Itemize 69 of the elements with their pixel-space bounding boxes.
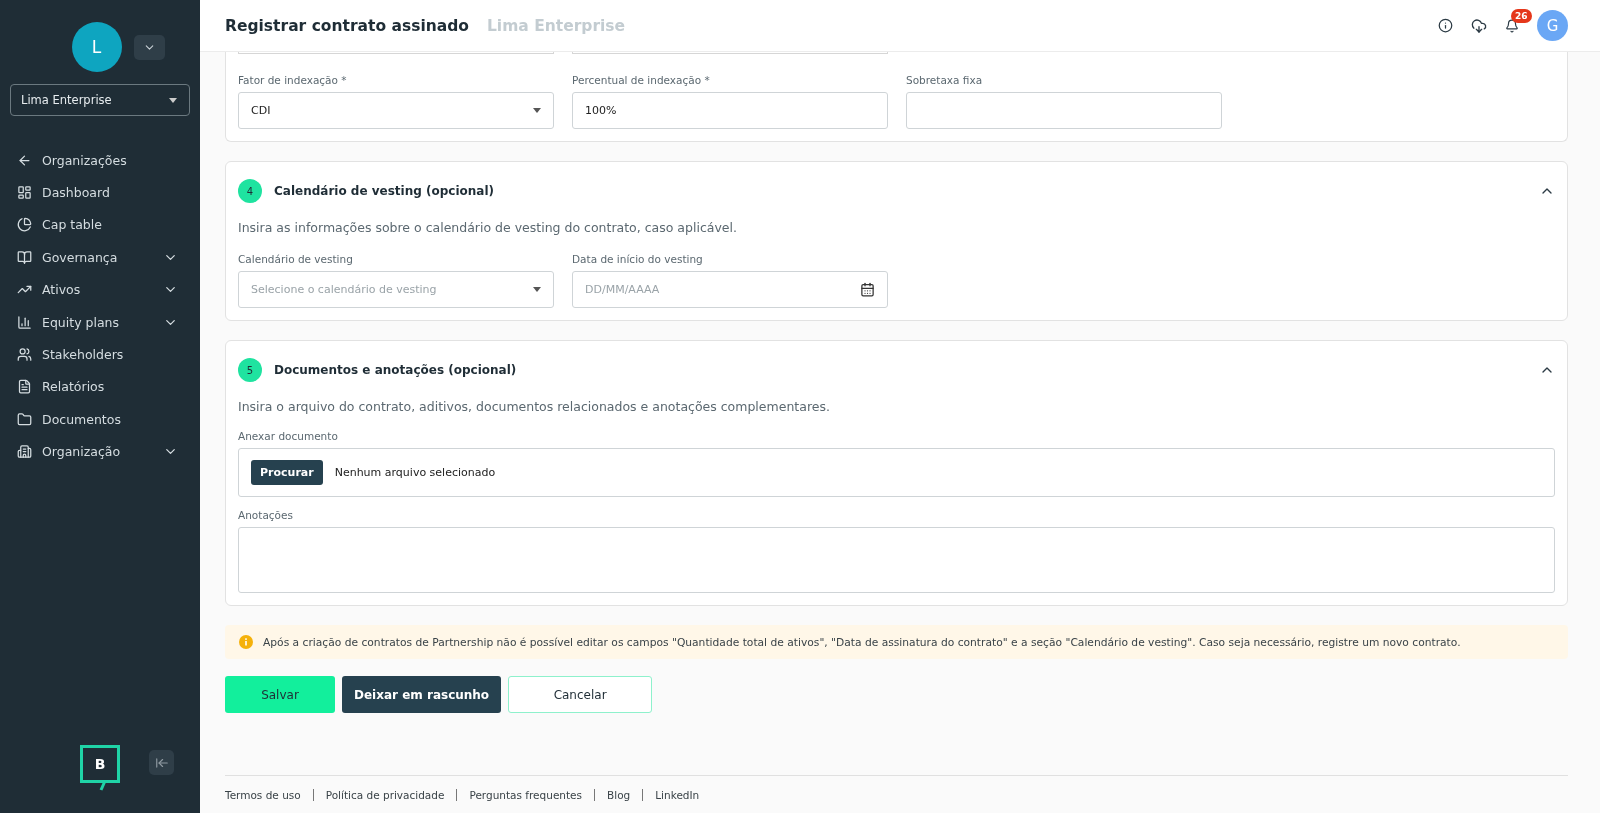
field-label: Calendário de vesting [238,253,354,265]
info-icon [239,635,253,649]
section-title: Documentos e anotações (opcional) [274,363,518,377]
field-value: 100% [585,104,618,117]
section-description: Insira as informações sobre o calendário de vesting do contrato, caso aplicável. [238,220,738,235]
organization-select[interactable]: Lima Enterprise [10,84,190,116]
notifications-button[interactable] [1505,18,1519,33]
footer-link[interactable]: Blog [594,788,643,801]
dropdown-caret-icon [533,108,541,113]
nav-item[interactable]: Organizações [10,144,190,177]
save-button[interactable]: Salvar [225,676,335,713]
warning-text: Após a criação de contratos de Partnership não é possível editar os campos "Quantidade total de ativos", "Data de assinatura do contrato" e a seção "Calendário de vesting". Caso seja necessário, registre um novo contrato. [263,635,1461,649]
document-icon [17,379,32,395]
input-field[interactable] [906,92,1222,129]
field-label: Fator de indexação * [238,74,348,86]
building-icon [17,444,32,460]
field-value: CDI [251,104,272,117]
info-button[interactable] [1438,18,1453,33]
file-field[interactable]: Procurar Nenhum arquivo selecionado [238,448,1555,497]
footer-link[interactable]: Política de privacidade [312,788,457,801]
cancel-button[interactable]: Cancelar [508,676,653,713]
nav-item[interactable]: Dashboard [10,176,190,209]
calendar-icon[interactable] [860,282,875,297]
draft-button[interactable]: Deixar em rascunho [342,676,502,713]
footer-link[interactable]: Termos de uso [225,788,313,801]
field-label: Sobretaxa fixa [906,74,984,86]
step-number: 5 [238,358,262,382]
select-field[interactable]: CDI [238,92,554,129]
field-label: Anexar documento [238,430,339,442]
nav-item[interactable]: Documentos [10,403,190,436]
field-placeholder: DD/MM/AAAA [585,283,661,296]
collapse-sidebar-button[interactable] [149,750,174,775]
dropdown-caret-icon [533,287,541,292]
field-label: Anotações [238,509,294,521]
field-value: Nenhum arquivo selecionado [334,466,497,479]
browse-button[interactable]: Procurar [251,460,323,485]
nav-item[interactable]: Relatórios [10,370,190,404]
step-number: 4 [238,179,262,203]
book-icon [17,249,32,265]
footer-link[interactable]: LinkedIn [642,788,712,801]
nav-item[interactable]: Stakeholders [10,338,190,371]
pie-chart-icon [17,217,32,233]
folder-icon [17,411,32,427]
bell-icon [1505,18,1519,33]
nav-item[interactable]: Cap table [10,208,190,242]
cloud-download-button[interactable] [1471,17,1487,34]
page-title: Registrar contrato assinado [225,16,469,35]
dropdown-caret-icon [169,97,177,103]
logo: B [80,745,120,791]
organization-name: Lima Enterprise [486,16,627,35]
field-label: Data de início do vesting [572,253,704,265]
dashboard-icon [17,185,32,201]
nav-item[interactable]: Equity plans [10,305,190,339]
nav-item[interactable]: Ativos [10,273,190,306]
input-field[interactable]: 100% [572,92,888,129]
footer-link[interactable]: Perguntas frequentes [456,788,595,801]
bar-chart-icon [17,314,32,330]
field-placeholder: Selecione o calendário de vesting [251,283,438,296]
nav-item[interactable]: Organização [10,435,190,468]
textarea-field[interactable] [238,527,1555,593]
people-icon [17,347,32,363]
collapse-arrow-icon [154,755,169,770]
section-title: Calendário de vesting (opcional) [274,184,496,198]
info-icon [1438,18,1453,33]
field-label: Percentual de indexação * [572,74,711,86]
nav-item[interactable]: Governança [10,241,190,274]
section-description: Insira o arquivo do contrato, aditivos, documentos relacionados e anotações complementares. [238,399,831,414]
notification-count: 26 [1511,8,1532,23]
cloud-download-icon [1471,17,1487,34]
